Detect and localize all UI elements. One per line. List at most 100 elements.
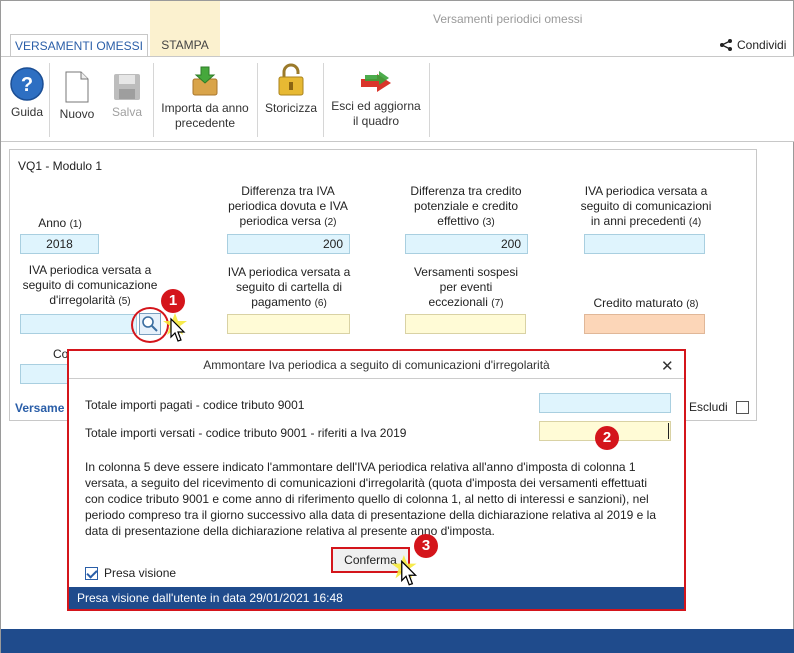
iva-irreg-line3: d'irregolarità [49, 293, 116, 307]
svg-text:?: ? [21, 74, 33, 96]
callout-2: 2 [595, 426, 619, 450]
versamenti-link[interactable]: Versame [15, 401, 64, 415]
presa-visione-box[interactable] [85, 566, 98, 580]
iva-cartella-line1: IVA periodica versata a [227, 265, 351, 279]
anno-num: (1) [69, 219, 82, 230]
share-button[interactable]: Condividi [719, 38, 786, 52]
sospesi-line3: eccezionali [428, 295, 488, 309]
credito-num: (8) [686, 299, 699, 310]
diff-iva-line2: periodica dovuta e IVA [228, 199, 348, 213]
diff-credito-label: Differenza tra credito potenziale e cred… [401, 184, 531, 230]
iva-prec-label: IVA periodica versata a seguito di comun… [571, 184, 721, 230]
dialog-status: Presa visione dall'utente in data 29/01/… [69, 587, 684, 609]
storicizza-label: Storicizza [264, 101, 317, 115]
close-icon[interactable]: ✕ [661, 357, 674, 375]
anno-label-text: Anno [38, 216, 67, 230]
text-caret [668, 423, 669, 439]
iva-prec-field[interactable] [584, 234, 705, 254]
anno-label: Anno (1) [21, 216, 99, 232]
ribbon-separator [257, 63, 258, 137]
importa-label-line2: precedente [174, 116, 236, 130]
dialog-title: Ammontare Iva periodica a seguito di com… [69, 351, 684, 379]
sospesi-label: Versamenti sospesi per eventi eccezional… [401, 265, 531, 311]
escludi-box[interactable] [735, 400, 749, 414]
cursor-icon [391, 555, 418, 586]
presa-visione-checkbox[interactable]: Presa visione [85, 566, 176, 580]
sospesi-field[interactable] [405, 314, 526, 334]
sospesi-line2: per eventi [439, 280, 493, 294]
ribbon-separator [153, 63, 154, 137]
diff-iva-label: Differenza tra IVA periodica dovuta e IV… [223, 184, 353, 230]
status-bar [1, 629, 794, 653]
description-line4: periodo compreso tra il giorno successiv… [85, 508, 657, 522]
storicizza-button[interactable]: Storicizza [262, 57, 320, 143]
totale-pagati-field[interactable] [539, 393, 671, 413]
iva-prec-line2: seguito di comunicazioni [580, 199, 712, 213]
iva-prec-line3: in anni precedenti [590, 214, 686, 228]
salva-button[interactable]: Salva [105, 57, 149, 143]
title-bar: Versamenti periodici omessi [1, 1, 794, 33]
share-icon [720, 39, 732, 51]
esci-aggiorna-button[interactable]: Esci ed aggiorna il quadro [328, 57, 424, 143]
iva-prec-line1: IVA periodica versata a [584, 184, 708, 198]
anno-field[interactable]: 2018 [20, 234, 99, 254]
diff-credito-num: (3) [482, 217, 495, 228]
tab-versamenti-omessi[interactable]: VERSAMENTI OMESSI [10, 34, 148, 56]
iva-cartella-line3: pagamento [251, 295, 312, 309]
diff-iva-field[interactable]: 200 [227, 234, 350, 254]
ribbon-separator [323, 63, 324, 137]
diff-credito-line1: Differenza tra credito [410, 184, 522, 198]
presa-visione-label: Presa visione [104, 566, 177, 580]
dialog-description: In colonna 5 deve essere indicato l'ammo… [85, 459, 675, 539]
dialog-row2-label: Totale importi versati - codice tributo … [85, 426, 407, 440]
importa-label-line1: Importa da anno [161, 101, 249, 115]
esci-label-line1: Esci ed aggiorna [331, 99, 421, 113]
lock-icon [278, 63, 304, 96]
description-line2: versata, a seguito del ricevimento di co… [85, 476, 647, 490]
share-label: Condividi [737, 38, 787, 52]
cursor-icon [163, 313, 187, 342]
callout-1: 1 [161, 289, 185, 313]
dialog-row1-label: Totale importi pagati - codice tributo 9… [85, 398, 305, 412]
escludi-label: Escludi [689, 400, 728, 414]
help-icon: ? [10, 67, 44, 101]
sospesi-line1: Versamenti sospesi [413, 265, 519, 279]
diff-iva-line3: periodica versa [239, 214, 321, 228]
import-icon [192, 66, 218, 96]
nuovo-button[interactable]: Nuovo [55, 57, 99, 143]
description-line3: con codice tributo 9001 e come anno di r… [85, 492, 649, 506]
ribbon-separator [49, 63, 50, 137]
iva-cartella-label: IVA periodica versata a seguito di carte… [219, 265, 359, 311]
sospesi-num: (7) [491, 298, 504, 309]
tab-stampa[interactable]: STAMPA [150, 34, 220, 56]
importa-button[interactable]: Importa da anno precedente [156, 57, 254, 143]
guida-label: Guida [10, 105, 44, 119]
description-line1: In colonna 5 deve essere indicato l'ammo… [85, 460, 636, 474]
dialog: Ammontare Iva periodica a seguito di com… [67, 349, 686, 611]
exit-arrow-icon [361, 71, 391, 92]
credito-field[interactable] [584, 314, 705, 334]
iva-irreg-line1: IVA periodica versata a [28, 263, 152, 277]
ribbon-separator [429, 63, 430, 137]
iva-irreg-num: (5) [118, 296, 131, 307]
diff-iva-line1: Differenza tra IVA [241, 184, 335, 198]
diff-credito-field[interactable]: 200 [405, 234, 528, 254]
nuovo-label: Nuovo [59, 107, 95, 121]
guida-button[interactable]: ? Guida [7, 57, 47, 143]
iva-irreg-field[interactable] [20, 314, 137, 334]
credito-label: Credito maturato (8) [581, 296, 711, 312]
salva-label: Salva [111, 105, 143, 119]
iva-cartella-num: (6) [314, 298, 327, 309]
iva-irreg-label: IVA periodica versata a seguito di comun… [15, 263, 165, 309]
window: Versamenti periodici omessi VERSAMENTI O… [0, 0, 794, 653]
module-title: VQ1 - Modulo 1 [18, 159, 103, 173]
credito-label-text: Credito maturato [593, 296, 683, 310]
escludi-checkbox[interactable]: Escludi [689, 400, 749, 414]
save-icon [114, 74, 140, 100]
new-document-icon [65, 71, 89, 103]
iva-prec-num: (4) [688, 217, 702, 228]
iva-irreg-line2: seguito di comunicazione [22, 278, 158, 292]
diff-iva-num: (2) [324, 217, 337, 228]
window-title: Versamenti periodici omessi [433, 12, 583, 26]
iva-cartella-field[interactable] [227, 314, 350, 334]
